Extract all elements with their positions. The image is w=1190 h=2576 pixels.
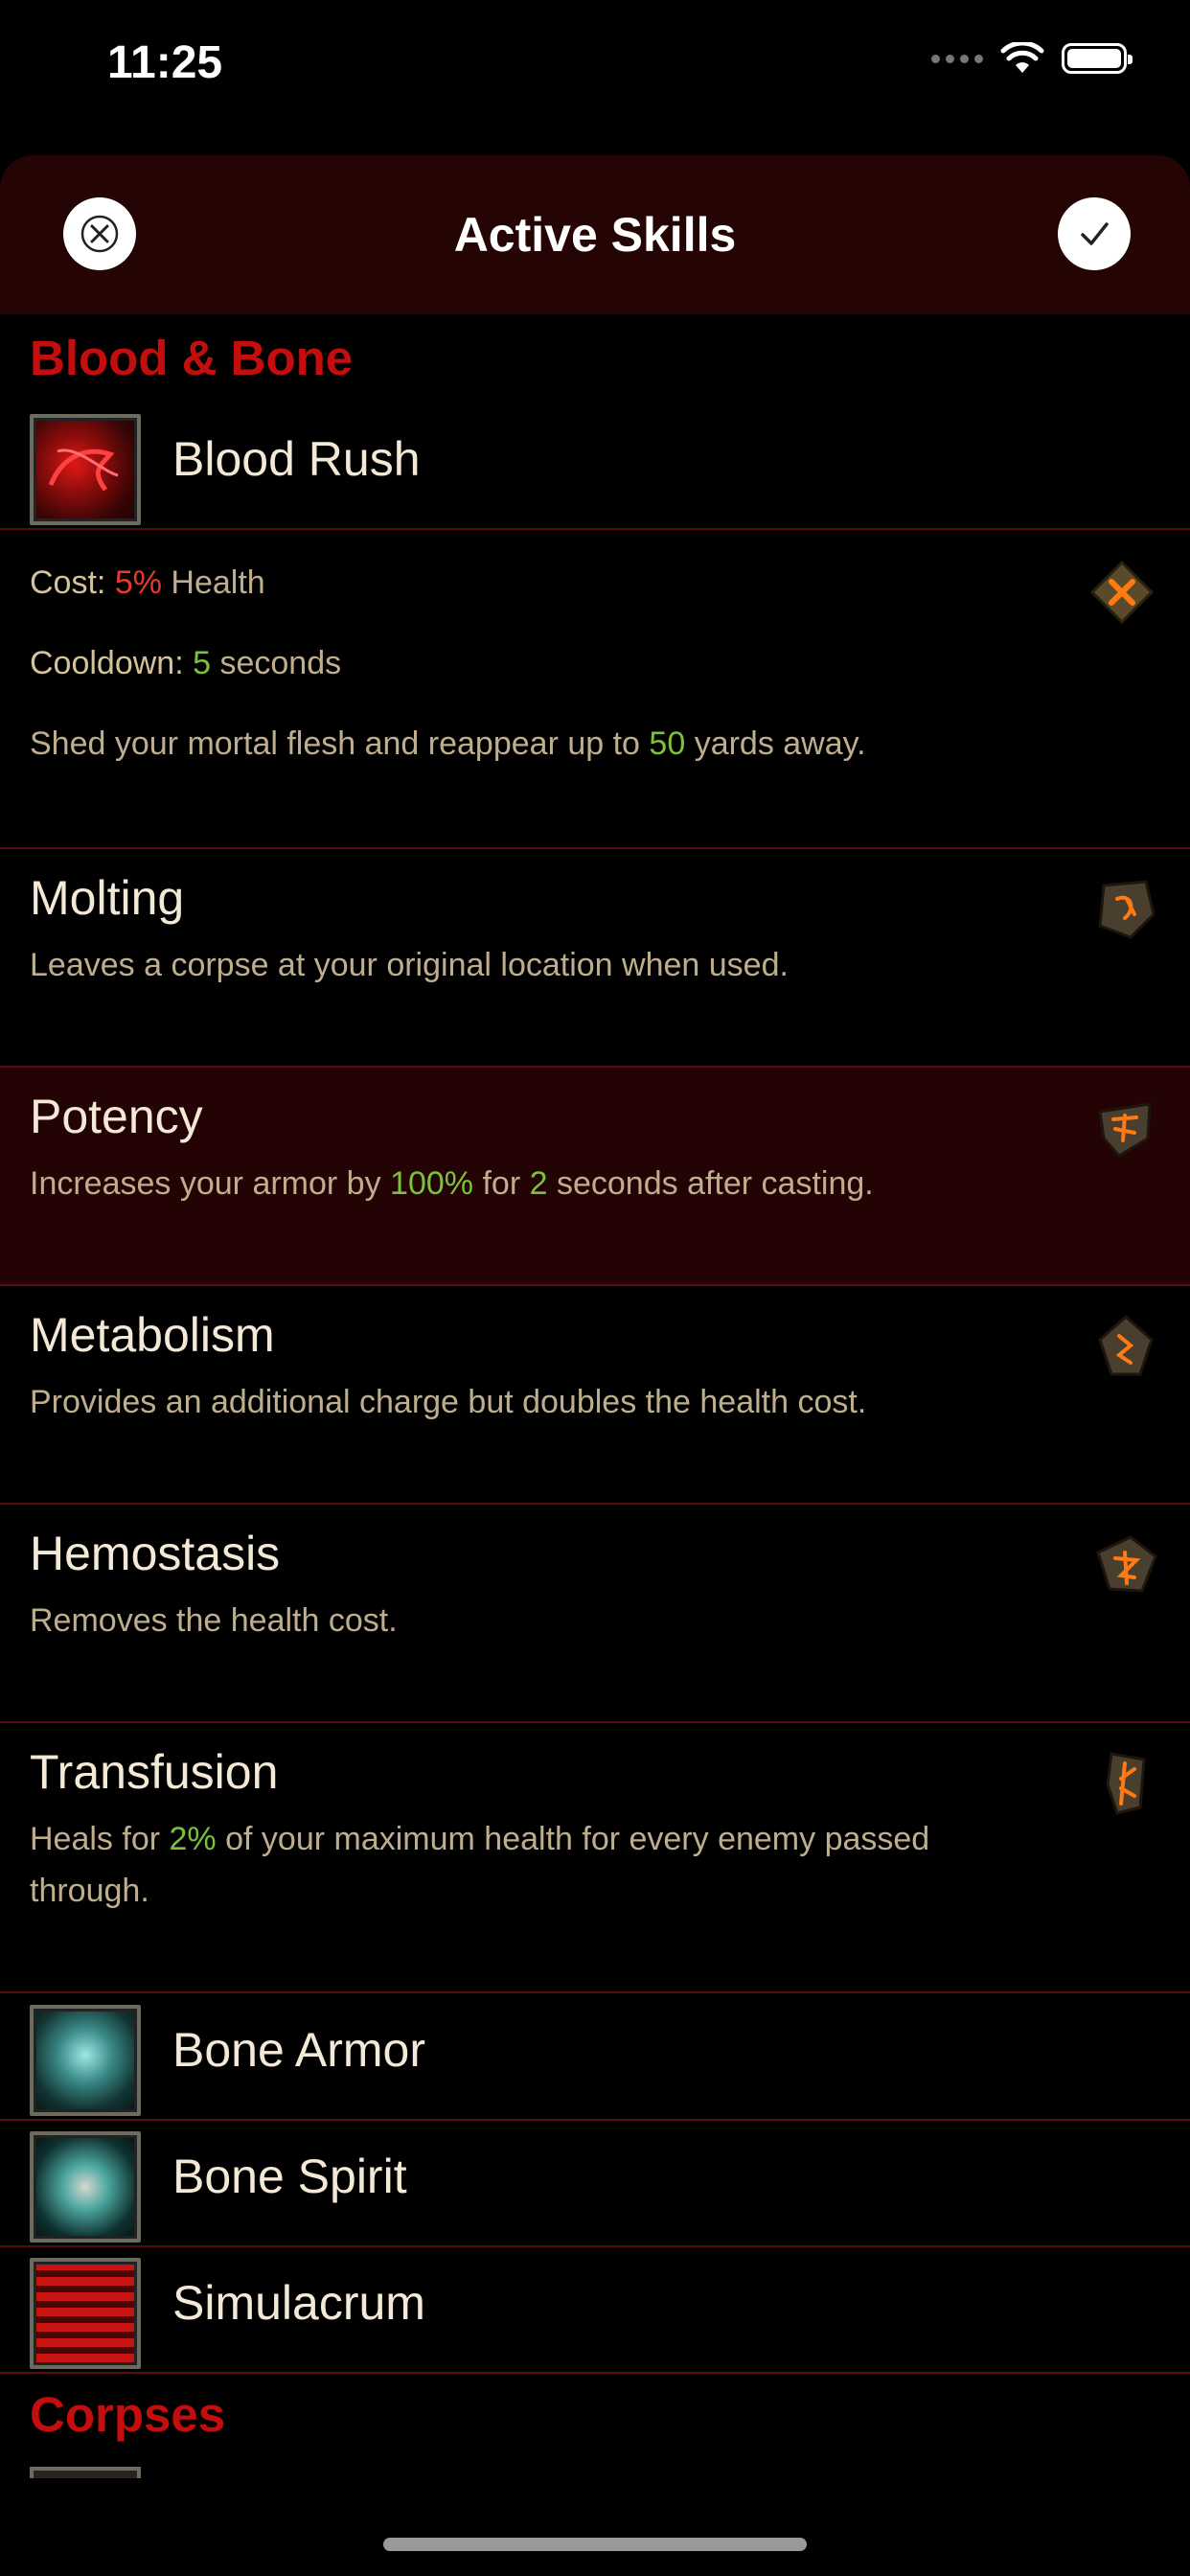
description-text: for	[482, 1165, 521, 1202]
sheet-header: Active Skills	[0, 155, 1190, 314]
rune-row-potency[interactable]: Potency Increases your armor by 100% for…	[0, 1068, 1190, 1286]
skill-name: Bone Armor	[172, 2023, 426, 2077]
skill-name: Bone Spirit	[172, 2150, 407, 2203]
rune-description: Leaves a corpse at your original locatio…	[30, 947, 789, 983]
status-icons	[931, 42, 1133, 75]
cellular-signal-icon	[931, 54, 983, 63]
status-bar: 11:25	[0, 0, 1190, 144]
cooldown-label: Cooldown:	[30, 645, 184, 681]
description-text: Shed your mortal flesh and reappear up t…	[30, 725, 640, 762]
blood-rush-skill-icon	[30, 414, 141, 525]
description-text: of your maximum health for every enemy p…	[30, 1821, 930, 1909]
rune-row-hemostasis[interactable]: Hemostasis Removes the health cost.	[0, 1505, 1190, 1723]
rune-row-transfusion[interactable]: Transfusion Heals for 2% of your maximum…	[0, 1723, 1190, 1993]
battery-icon	[1062, 43, 1133, 74]
clear-rune-icon[interactable]	[1088, 559, 1156, 626]
description-text: yards away.	[694, 725, 866, 762]
cost-value: 5%	[114, 564, 162, 601]
rune-description: Heals for 2% of your maximum health for …	[30, 1813, 1026, 1917]
cost-label: Cost:	[30, 564, 106, 601]
wifi-icon	[1000, 42, 1044, 73]
description-text: seconds after casting.	[556, 1165, 874, 1202]
rune-name: Potency	[30, 1090, 203, 1143]
skill-detail: Cost: 5% Health Cooldown: 5 seconds Shed…	[0, 528, 1190, 849]
rune-row-molting[interactable]: Molting Leaves a corpse at your original…	[0, 849, 1190, 1068]
page-title: Active Skills	[453, 208, 737, 262]
simulacrum-skill-icon	[30, 2258, 141, 2369]
rune-icon	[1098, 1314, 1154, 1376]
skill-row-bone-armor[interactable]: Bone Armor	[0, 1993, 1190, 2121]
rune-icon	[1096, 1535, 1157, 1593]
rune-description: Provides an additional charge but double…	[30, 1384, 867, 1420]
description-text: Increases your armor by	[30, 1165, 381, 1202]
skill-name: Simulacrum	[172, 2276, 425, 2330]
rune-icon	[1098, 1102, 1152, 1158]
skill-name: Blood Rush	[172, 432, 421, 486]
confirm-button[interactable]	[1058, 197, 1131, 270]
skill-row-bone-spirit[interactable]: Bone Spirit	[0, 2120, 1190, 2247]
description-value: 100%	[390, 1165, 474, 1202]
description-value: 2%	[169, 1821, 217, 1857]
cooldown-unit: seconds	[219, 645, 342, 681]
rune-name: Metabolism	[30, 1308, 275, 1362]
rune-row-metabolism[interactable]: Metabolism Provides an additional charge…	[0, 1286, 1190, 1505]
section-title: Corpses	[30, 2387, 226, 2442]
bone-armor-skill-icon	[30, 2005, 141, 2116]
cost-line: Cost: 5% Health	[30, 564, 265, 602]
description-value: 50	[649, 725, 686, 762]
home-indicator[interactable]	[383, 2538, 807, 2551]
rune-icon	[1106, 1752, 1146, 1815]
cost-unit: Health	[171, 564, 265, 601]
skill-description: Shed your mortal flesh and reappear up t…	[30, 725, 866, 763]
status-time: 11:25	[107, 37, 223, 88]
cooldown-line: Cooldown: 5 seconds	[30, 645, 341, 682]
skill-row-blood-rush[interactable]: Blood Rush	[0, 402, 1190, 530]
bone-spirit-skill-icon	[30, 2131, 141, 2242]
section-title: Blood & Bone	[30, 331, 354, 385]
skill-row-simulacrum[interactable]: Simulacrum	[0, 2246, 1190, 2374]
description-value: 2	[529, 1165, 548, 1202]
rune-name: Transfusion	[30, 1745, 279, 1799]
description-text: Heals for	[30, 1821, 161, 1857]
cooldown-value: 5	[193, 645, 212, 681]
checkmark-icon	[1081, 222, 1109, 245]
rune-name: Molting	[30, 871, 185, 925]
rune-icon	[1098, 880, 1156, 939]
rune-description: Removes the health cost.	[30, 1602, 398, 1639]
rune-name: Hemostasis	[30, 1527, 281, 1580]
rune-description: Increases your armor by 100% for 2 secon…	[30, 1158, 1026, 1209]
partial-skill-thumb	[30, 2467, 141, 2478]
